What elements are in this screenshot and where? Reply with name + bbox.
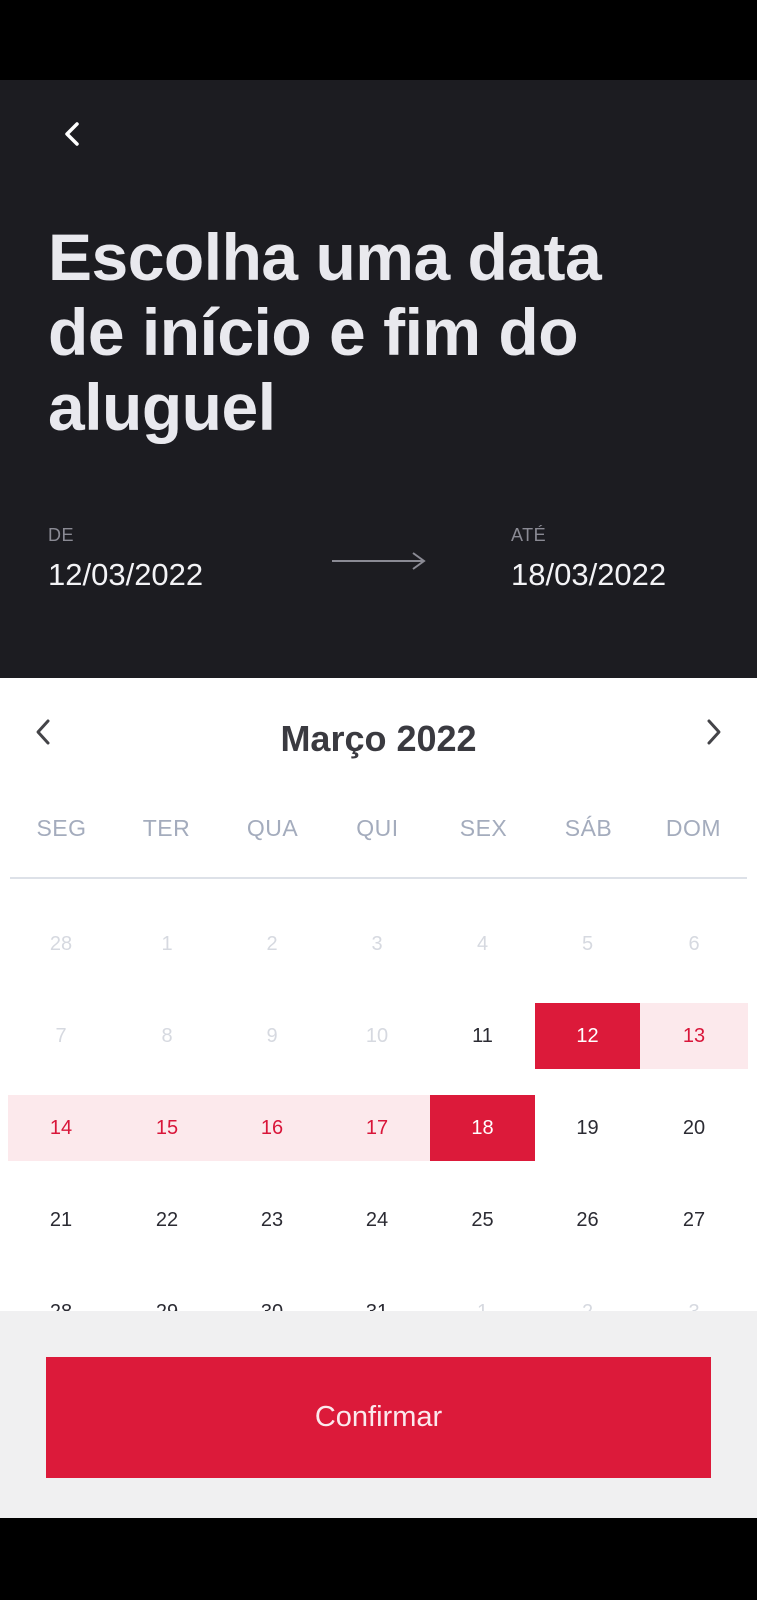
- day-cell[interactable]: 30: [220, 1279, 324, 1312]
- day-cell: 3: [640, 1279, 748, 1312]
- chevron-left-icon: [65, 122, 79, 146]
- divider: [10, 877, 747, 879]
- day-cell[interactable]: 22: [114, 1187, 220, 1253]
- day-cell: 6: [688, 932, 700, 955]
- calendar: Março 2022 SEG TER QUA QUI SEX SÁB DOM 28 1 2 3 4 5…: [0, 678, 757, 1311]
- footer: Confirmar: [0, 1311, 757, 1518]
- day-cell[interactable]: 24: [324, 1187, 430, 1253]
- arrow-right-icon: [332, 552, 426, 570]
- weekday-label: SEG: [36, 815, 87, 841]
- confirm-button[interactable]: Confirmar: [46, 1357, 711, 1478]
- day-cell-in-range[interactable]: 15: [114, 1095, 220, 1161]
- day-cell[interactable]: 25: [430, 1187, 535, 1253]
- day-cell: 1: [430, 1279, 535, 1312]
- day-cell[interactable]: 26: [535, 1187, 640, 1253]
- day-cell: 7: [55, 1024, 67, 1047]
- back-button[interactable]: [52, 114, 92, 154]
- day-cell-selected[interactable]: 18: [430, 1095, 535, 1161]
- weekday-label: SEX: [459, 815, 508, 841]
- day-cell: 9: [266, 1024, 278, 1047]
- day-cell: 3: [371, 932, 383, 955]
- status-bar: [0, 0, 757, 80]
- weekday-label: DOM: [665, 815, 722, 841]
- day-cell-in-range[interactable]: 16: [220, 1095, 324, 1161]
- start-date-label: DE: [48, 525, 75, 545]
- day-cell[interactable]: 21: [8, 1187, 114, 1253]
- weekday-label: TER: [142, 815, 191, 841]
- navigation-bar: [0, 1518, 757, 1600]
- day-cell[interactable]: 27: [640, 1187, 748, 1253]
- day-cell-in-range[interactable]: 13: [640, 1003, 748, 1069]
- start-date-value: 12/03/2022: [48, 557, 204, 592]
- day-cell[interactable]: 31: [324, 1279, 430, 1312]
- day-cell[interactable]: 19: [535, 1095, 640, 1161]
- day-cell: 5: [581, 932, 594, 955]
- day-cell: 2: [535, 1279, 640, 1312]
- month-title: Março 2022: [280, 718, 477, 759]
- page-title: Escolha uma data de início e fim do alug…: [48, 220, 602, 444]
- weekday-label: QUI: [356, 815, 399, 841]
- end-date-label: ATÉ: [511, 525, 547, 545]
- next-month-button[interactable]: [692, 710, 736, 754]
- header: Escolha uma data de início e fim do alug…: [0, 80, 757, 678]
- day-cell: 10: [365, 1024, 389, 1047]
- day-cell: 28: [49, 932, 73, 955]
- day-cell[interactable]: 11: [430, 1003, 535, 1069]
- weekday-label: QUA: [246, 815, 299, 841]
- end-date-value: 18/03/2022: [511, 557, 667, 592]
- day-cell[interactable]: 23: [220, 1187, 324, 1253]
- day-cell-in-range[interactable]: 14: [8, 1095, 114, 1161]
- chevron-right-icon: [707, 719, 721, 745]
- day-cell[interactable]: 20: [640, 1095, 748, 1161]
- weekday-label: SÁB: [564, 815, 613, 841]
- day-cell: 8: [161, 1024, 173, 1047]
- day-cell: 1: [161, 932, 173, 955]
- day-cell-in-range[interactable]: 17: [324, 1095, 430, 1161]
- day-cell: 4: [476, 932, 489, 955]
- day-cell: 2: [266, 932, 278, 955]
- day-cell[interactable]: 28: [8, 1279, 114, 1312]
- day-cell[interactable]: 29: [114, 1279, 220, 1312]
- day-cell-selected[interactable]: 12: [535, 1003, 640, 1069]
